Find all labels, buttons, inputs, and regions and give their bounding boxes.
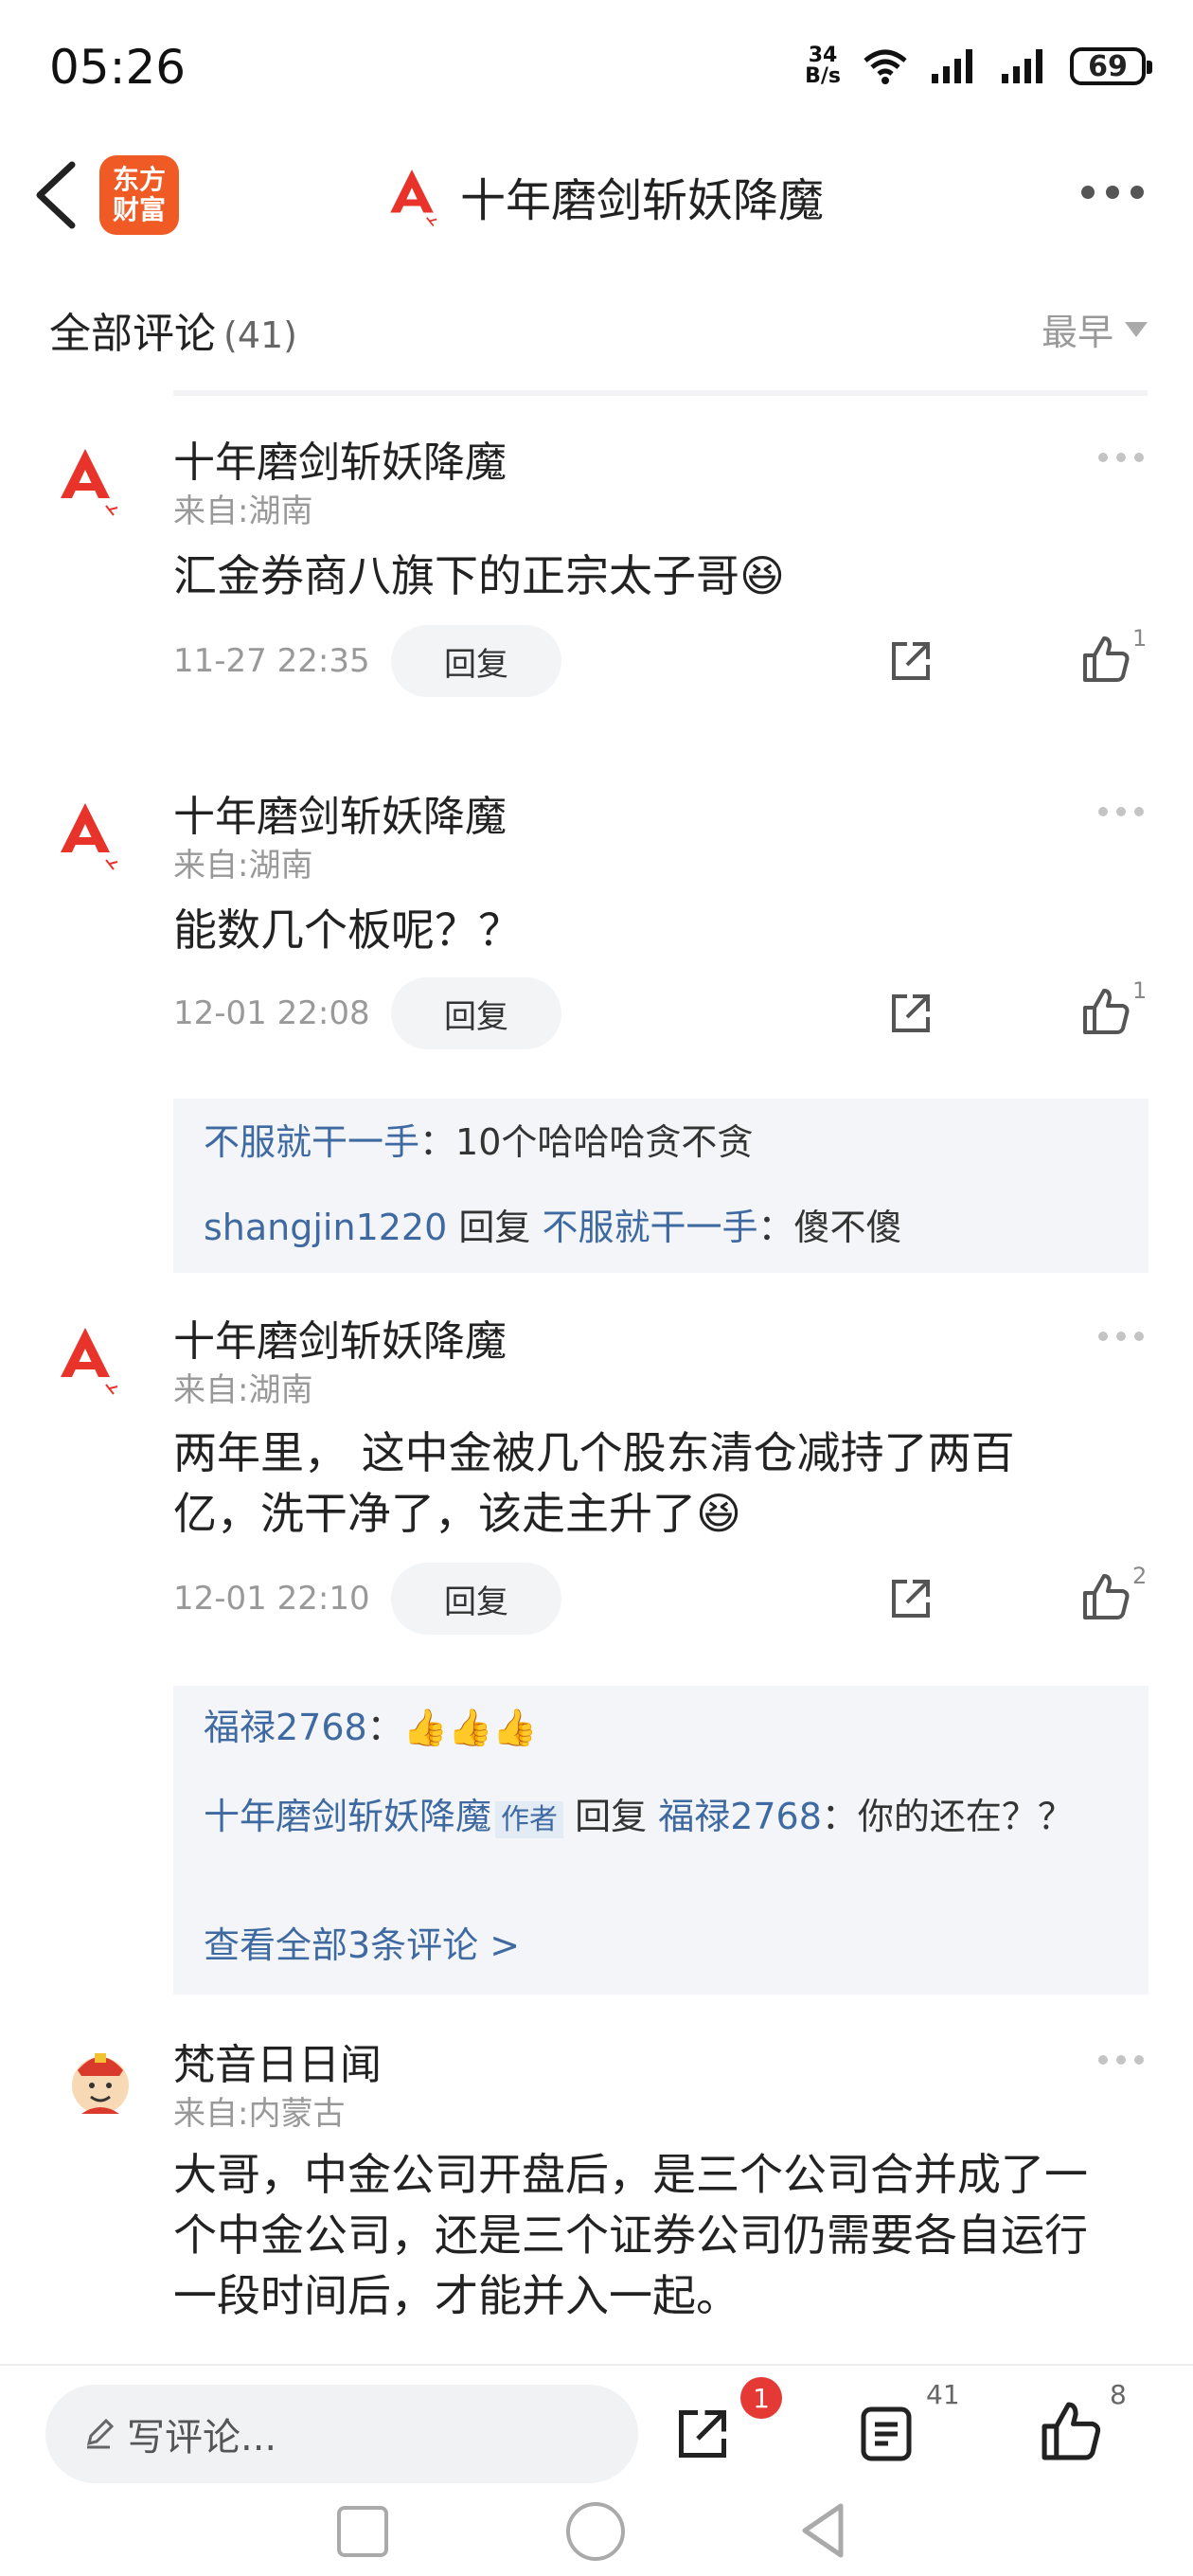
page-title: 十年磨剑斩妖降魔 <box>460 174 825 227</box>
like-count: 1 <box>1132 977 1148 1004</box>
comment-location: 来自:湖南 <box>173 1371 313 1409</box>
reply-text: 10个哈哈哈贪不贪 <box>455 1121 754 1163</box>
sub-reply[interactable]: shangjin1220 回复 不服就干一手：傻不傻 <box>204 1201 902 1254</box>
comment-time: 12-01 22:08 <box>173 994 370 1032</box>
battery-indicator: 69 <box>1070 47 1152 85</box>
comments-count-badge: 41 <box>926 2379 960 2410</box>
comment-location: 来自:湖南 <box>173 847 313 885</box>
share-icon[interactable] <box>888 638 934 684</box>
wifi-icon <box>864 49 907 84</box>
comment-input-placeholder: 写评论... <box>127 2416 277 2460</box>
like-thumb-icon[interactable] <box>1040 2400 1102 2462</box>
divider <box>173 390 1148 396</box>
comment-location: 来自:湖南 <box>173 492 313 530</box>
home-button[interactable] <box>566 2502 625 2561</box>
comment-text: 汇金券商八旗下的正宗太子哥😆 <box>173 550 785 601</box>
like-thumb-icon[interactable] <box>1081 1572 1131 1621</box>
battery-level: 69 <box>1088 49 1128 83</box>
pencil-icon <box>86 2418 115 2449</box>
comment-more-icon[interactable] <box>1098 2055 1144 2065</box>
like-thumb-icon[interactable] <box>1081 635 1131 684</box>
like-count-total: 8 <box>1110 2379 1127 2410</box>
reply-button[interactable]: 回复 <box>391 1563 561 1635</box>
share-badge: 1 <box>740 2377 782 2419</box>
comment-location: 来自:内蒙古 <box>173 2095 346 2133</box>
reply-text: 傻不傻 <box>793 1207 902 1248</box>
comment-more-icon[interactable] <box>1098 807 1144 816</box>
comment-text-line1: 大哥，中金公司开盘后，是三个公司合并成了一 <box>173 2149 1088 2200</box>
app-logo-line2: 财富 <box>112 194 166 225</box>
back-arrow-icon[interactable] <box>28 159 85 231</box>
comment-author[interactable]: 十年磨剑斩妖降魔 <box>173 782 507 843</box>
user-avatar-icon <box>390 170 437 227</box>
comment-author[interactable]: 梵音日日闻 <box>173 2030 382 2091</box>
comments-label-text: 全部评论 <box>49 310 216 358</box>
dropdown-triangle-icon <box>1125 321 1148 337</box>
reply-user[interactable]: 不服就干一手 <box>204 1121 419 1163</box>
reply-connector: 回复 <box>563 1796 659 1837</box>
reply-user[interactable]: 福禄2768 <box>204 1707 367 1748</box>
signal-icon <box>932 49 972 83</box>
comment-text: 能数几个板呢？？ <box>173 904 522 956</box>
reply-user[interactable]: 十年磨剑斩妖降魔 <box>204 1796 491 1837</box>
comment-text-line2: 个中金公司，还是三个证券公司仍需要各自运行 <box>173 2209 1088 2261</box>
comment-text-line2: 亿，洗干净了，该走主升了😆 <box>173 1488 741 1539</box>
reply-user[interactable]: shangjin1220 <box>204 1207 447 1248</box>
reply-separator: ： <box>366 1707 403 1748</box>
comment-author[interactable]: 十年磨剑斩妖降魔 <box>173 428 507 489</box>
author-tag: 作者 <box>495 1801 564 1838</box>
reply-separator: ： <box>419 1121 456 1163</box>
sort-button[interactable]: 最早 <box>1042 303 1148 355</box>
reply-connector: 回复 <box>447 1207 543 1248</box>
reply-target[interactable]: 福禄2768 <box>658 1796 822 1837</box>
reply-button[interactable]: 回复 <box>391 625 561 697</box>
reply-thread: 不服就干一手：10个哈哈哈贪不贪 shangjin1220 回复 不服就干一手：… <box>173 1099 1148 1273</box>
more-options-icon[interactable] <box>1081 186 1144 199</box>
like-count: 1 <box>1132 625 1148 652</box>
reply-button[interactable]: 回复 <box>391 977 561 1049</box>
comment-text-line1: 两年里， 这中金被几个股东清仓减持了两百 <box>173 1427 1015 1478</box>
status-icons: 34 B/s 69 <box>805 45 1152 87</box>
network-speed-unit: B/s <box>805 64 841 88</box>
comment-time: 11-27 22:35 <box>173 642 370 680</box>
recent-apps-button[interactable] <box>337 2506 388 2557</box>
comment-input[interactable]: 写评论... <box>45 2385 638 2483</box>
sort-label: 最早 <box>1041 312 1113 353</box>
share-icon[interactable] <box>888 1576 934 1621</box>
app-logo[interactable]: 东方 财富 <box>99 155 179 235</box>
avatar[interactable] <box>47 441 123 517</box>
comments-count: (41) <box>223 314 298 356</box>
reply-text: 你的还在？？ <box>857 1796 1074 1837</box>
view-all-replies-link[interactable]: 查看全部3条评论 > <box>204 1919 520 1972</box>
network-speed: 34 B/s <box>805 45 841 87</box>
sub-reply[interactable]: 十年磨剑斩妖降魔 作者 回复 福禄2768：你的还在？？ <box>204 1790 1094 1847</box>
sub-reply[interactable]: 不服就干一手：10个哈哈哈贪不贪 <box>204 1116 753 1169</box>
status-time: 05:26 <box>49 40 187 95</box>
share-icon[interactable] <box>888 991 934 1036</box>
like-count: 2 <box>1132 1563 1148 1589</box>
avatar[interactable] <box>62 2044 138 2120</box>
app-logo-line1: 东方 <box>112 164 166 195</box>
back-triangle-icon[interactable] <box>797 2500 848 2561</box>
reply-thread: 福禄2768：👍👍👍 十年磨剑斩妖降魔 作者 回复 福禄2768：你的还在？？ 查… <box>173 1686 1148 1995</box>
avatar[interactable] <box>47 796 123 871</box>
like-thumb-icon[interactable] <box>1081 987 1131 1036</box>
comment-more-icon[interactable] <box>1098 453 1144 462</box>
comment-time: 12-01 22:10 <box>173 1580 370 1618</box>
share-icon[interactable] <box>674 2406 731 2462</box>
reply-target[interactable]: 不服就干一手 <box>542 1207 757 1248</box>
reply-separator: ： <box>757 1207 794 1248</box>
header-title-group[interactable]: 十年磨剑斩妖降魔 <box>379 163 824 229</box>
sub-reply[interactable]: 福禄2768：👍👍👍 <box>204 1701 538 1754</box>
reply-separator: ： <box>821 1796 858 1837</box>
reply-text: 👍👍👍 <box>402 1707 538 1748</box>
comment-text-line3: 一段时间后，才能并入一起。 <box>173 2270 739 2321</box>
avatar[interactable] <box>47 1320 123 1396</box>
comment-author[interactable]: 十年磨剑斩妖降魔 <box>173 1307 507 1368</box>
comment-more-icon[interactable] <box>1098 1332 1144 1341</box>
comments-list-icon[interactable] <box>858 2404 915 2464</box>
signal-icon-2 <box>1002 49 1042 83</box>
network-speed-value: 34 <box>808 44 838 67</box>
all-comments-label: 全部评论 (41) <box>49 299 297 360</box>
